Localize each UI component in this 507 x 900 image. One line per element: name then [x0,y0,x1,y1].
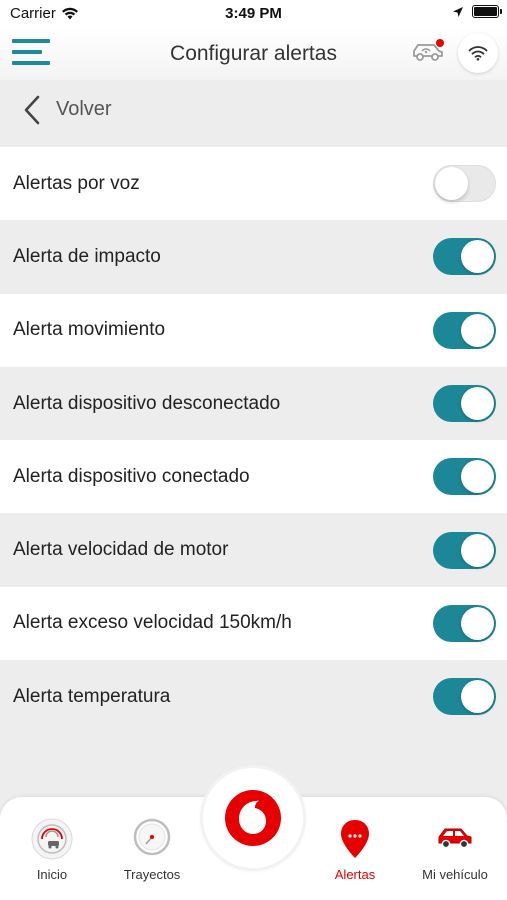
alert-pin-icon [341,820,369,858]
tab-label: Alertas [334,867,376,882]
alert-row-movimiento: Alerta movimiento [0,293,507,367]
tab-mi-vehiculo[interactable]: Mi vehículo [405,797,505,892]
status-time: 3:49 PM [225,5,282,22]
car-alert-icon[interactable] [410,38,446,64]
car-icon [438,828,472,849]
alert-label: Alerta dispositivo conectado [13,465,250,487]
back-label: Volver [56,98,112,120]
chevron-left-icon [24,95,40,125]
alert-label: Alerta exceso velocidad 150km/h [13,612,292,634]
alert-label: Alerta velocidad de motor [13,539,229,561]
vodafone-logo-icon [225,790,281,846]
tab-label: Trayectos [123,867,181,882]
alert-label: Alerta dispositivo desconectado [13,392,281,414]
toggle-alerta-velocidad-motor[interactable] [433,531,496,569]
wifi-button[interactable] [458,33,498,73]
alert-label: Alerta temperatura [13,685,171,707]
alert-label: Alerta movimiento [13,319,166,341]
tab-trayectos[interactable]: Trayectos [102,797,202,892]
toggle-alerta-dispositivo-desconectado[interactable] [433,385,496,423]
tab-inicio[interactable]: Inicio [2,797,102,892]
toggle-alerta-dispositivo-conectado[interactable] [433,458,496,496]
alert-row-exceso-velocidad: Alerta exceso velocidad 150km/h [0,586,507,661]
home-indicator-area [0,892,507,900]
alert-row-voz: Alertas por voz [0,147,507,221]
toggle-alertas-por-voz[interactable] [433,165,496,203]
compass-icon [133,818,171,856]
location-arrow-icon [453,6,463,17]
battery-icon [472,5,502,18]
alert-row-temperatura: Alerta temperatura [0,660,507,734]
alert-row-conectado: Alerta dispositivo conectado [0,440,507,514]
alert-settings-list: Alertas por voz Alerta de impacto Alerta… [0,147,507,734]
tab-alertas[interactable]: Alertas [305,797,405,892]
alert-label: Alertas por voz [13,172,140,194]
status-right [452,5,502,18]
toggle-alerta-exceso-velocidad[interactable] [433,604,496,642]
toggle-alerta-movimiento[interactable] [433,311,496,349]
tab-label: Mi vehículo [422,867,488,882]
dashboard-gauge-icon [31,818,73,860]
toggle-alerta-temperatura[interactable] [433,678,496,716]
status-bar: Carrier 3:49 PM [0,0,507,28]
toggle-alerta-impacto[interactable] [433,238,496,276]
wifi-icon [468,46,488,61]
alert-row-velocidad-motor: Alerta velocidad de motor [0,513,507,587]
back-button[interactable]: Volver [0,80,507,146]
alert-row-impacto: Alerta de impacto [0,220,507,294]
tab-label: Inicio [36,867,68,882]
app-header: Configurar alertas [0,28,507,80]
alert-row-desconectado: Alerta dispositivo desconectado [0,366,507,441]
alert-label: Alerta de impacto [13,245,161,267]
vodafone-home-button[interactable] [203,768,303,868]
